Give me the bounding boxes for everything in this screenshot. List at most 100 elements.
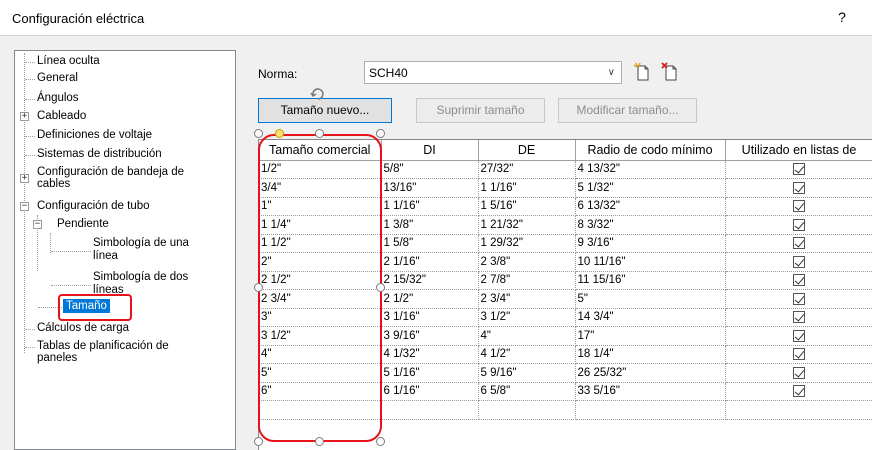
used-in-lists-checkbox[interactable]	[793, 181, 805, 194]
table-cell[interactable]: 1 29/32"	[478, 234, 576, 253]
table-cell[interactable]: 1 21/32"	[478, 215, 576, 235]
table-cell[interactable]: 27/32"	[478, 160, 576, 179]
resize-handle[interactable]	[376, 437, 385, 446]
table-cell[interactable]: 8 3/32"	[575, 215, 726, 235]
used-in-lists-cell[interactable]	[725, 271, 872, 290]
used-in-lists-checkbox[interactable]	[793, 163, 805, 176]
column-highlight	[258, 134, 382, 442]
delete-type-icon[interactable]	[660, 62, 682, 82]
table-cell[interactable]: 11 15/16"	[575, 271, 726, 290]
norma-dropdown[interactable]: SCH40 ∨	[364, 61, 622, 84]
resize-handle[interactable]	[254, 283, 263, 292]
collapse-icon[interactable]: −	[20, 202, 29, 211]
modify-size-button[interactable]: Modificar tamaño...	[558, 98, 697, 123]
used-in-lists-cell[interactable]	[725, 178, 872, 198]
used-in-lists-cell[interactable]	[725, 234, 872, 253]
used-in-lists-cell[interactable]	[725, 363, 872, 383]
used-in-lists-cell[interactable]	[725, 289, 872, 309]
table-cell[interactable]: 1 3/8"	[381, 215, 479, 235]
table-cell[interactable]: 26 25/32"	[575, 363, 726, 383]
modify-size-label: Modificar tamaño...	[576, 103, 679, 117]
rotate-handle[interactable]	[275, 129, 284, 138]
collapse-icon[interactable]: −	[33, 220, 42, 229]
new-type-icon[interactable]	[632, 62, 654, 82]
settings-tree[interactable]: Línea oculta General Ángulos + Cableado …	[14, 50, 236, 450]
table-cell[interactable]	[725, 400, 872, 420]
table-cell[interactable]: 4"	[478, 326, 576, 346]
table-cell[interactable]: 2 1/2"	[381, 289, 479, 309]
table-cell[interactable]: 13/16"	[381, 178, 479, 198]
used-in-lists-checkbox[interactable]	[793, 385, 805, 398]
table-cell[interactable]: 4 1/32"	[381, 345, 479, 364]
rotate-handle-icon[interactable]	[310, 86, 326, 102]
window-title: Configuración eléctrica	[12, 11, 145, 26]
resize-handle[interactable]	[315, 129, 324, 138]
resize-handle[interactable]	[376, 283, 385, 292]
table-cell[interactable]: 1 5/8"	[381, 234, 479, 253]
table-cell[interactable]	[478, 400, 576, 420]
used-in-lists-cell[interactable]	[725, 215, 872, 235]
norma-value: SCH40	[369, 66, 408, 80]
table-cell[interactable]: 5 1/32"	[575, 178, 726, 198]
resize-handle[interactable]	[315, 437, 324, 446]
table-cell[interactable]: 5"	[575, 289, 726, 309]
table-cell[interactable]: 17"	[575, 326, 726, 346]
table-cell[interactable]: 2 7/8"	[478, 271, 576, 290]
table-cell[interactable]: 2 3/4"	[478, 289, 576, 309]
header-di[interactable]: DI	[381, 140, 479, 161]
table-cell[interactable]: 9 3/16"	[575, 234, 726, 253]
used-in-lists-cell[interactable]	[725, 252, 872, 272]
used-in-lists-cell[interactable]	[725, 308, 872, 327]
table-cell[interactable]	[381, 400, 479, 420]
used-in-lists-cell[interactable]	[725, 326, 872, 346]
header-radio-codo[interactable]: Radio de codo mínimo	[575, 140, 726, 161]
table-cell[interactable]: 6 5/8"	[478, 382, 576, 401]
table-cell[interactable]: 1 1/16"	[381, 197, 479, 216]
header-de[interactable]: DE	[478, 140, 576, 161]
used-in-lists-checkbox[interactable]	[793, 311, 805, 324]
table-cell[interactable]: 5 9/16"	[478, 363, 576, 383]
used-in-lists-checkbox[interactable]	[793, 292, 805, 305]
table-cell[interactable]: 3 1/2"	[478, 308, 576, 327]
used-in-lists-checkbox[interactable]	[793, 200, 805, 213]
table-cell[interactable]: 2 3/8"	[478, 252, 576, 272]
used-in-lists-checkbox[interactable]	[793, 329, 805, 342]
used-in-lists-cell[interactable]	[725, 382, 872, 401]
table-cell[interactable]: 5/8"	[381, 160, 479, 179]
expand-icon[interactable]: +	[20, 174, 29, 183]
table-cell[interactable]: 6 13/32"	[575, 197, 726, 216]
resize-handle[interactable]	[254, 437, 263, 446]
table-cell[interactable]	[575, 400, 726, 420]
table-cell[interactable]: 5 1/16"	[381, 363, 479, 383]
used-in-lists-checkbox[interactable]	[793, 348, 805, 361]
table-cell[interactable]: 33 5/16"	[575, 382, 726, 401]
used-in-lists-checkbox[interactable]	[793, 274, 805, 287]
norma-label: Norma:	[258, 67, 298, 81]
table-cell[interactable]: 3 9/16"	[381, 326, 479, 346]
used-in-lists-cell[interactable]	[725, 197, 872, 216]
header-utilizado[interactable]: Utilizado en listas de	[725, 140, 872, 161]
table-cell[interactable]: 1 1/16"	[478, 178, 576, 198]
table-cell[interactable]: 10 11/16"	[575, 252, 726, 272]
help-button[interactable]: ?	[834, 9, 850, 25]
table-cell[interactable]: 14 3/4"	[575, 308, 726, 327]
table-cell[interactable]: 3 1/16"	[381, 308, 479, 327]
resize-handle[interactable]	[376, 129, 385, 138]
delete-size-button[interactable]: Suprimir tamaño	[416, 98, 545, 123]
new-size-label: Tamaño nuevo...	[280, 103, 370, 117]
table-cell[interactable]: 4 1/2"	[478, 345, 576, 364]
used-in-lists-cell[interactable]	[725, 345, 872, 364]
table-cell[interactable]: 4 13/32"	[575, 160, 726, 179]
table-cell[interactable]: 6 1/16"	[381, 382, 479, 401]
expand-icon[interactable]: +	[20, 112, 29, 121]
table-cell[interactable]: 1 5/16"	[478, 197, 576, 216]
used-in-lists-cell[interactable]	[725, 160, 872, 179]
table-cell[interactable]: 18 1/4"	[575, 345, 726, 364]
used-in-lists-checkbox[interactable]	[793, 218, 805, 231]
used-in-lists-checkbox[interactable]	[793, 255, 805, 268]
table-cell[interactable]: 2 1/16"	[381, 252, 479, 272]
used-in-lists-checkbox[interactable]	[793, 237, 805, 250]
table-cell[interactable]: 2 15/32"	[381, 271, 479, 290]
used-in-lists-checkbox[interactable]	[793, 366, 805, 379]
resize-handle[interactable]	[254, 129, 263, 138]
